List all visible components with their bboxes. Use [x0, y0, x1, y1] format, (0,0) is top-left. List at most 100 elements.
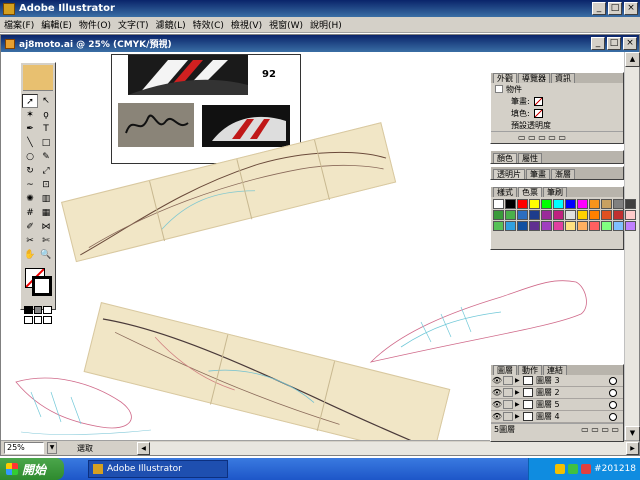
- color-swatch[interactable]: [517, 210, 528, 220]
- magic-wand-tool-icon[interactable]: ✶: [22, 108, 38, 122]
- symbol-sprayer-tool-icon[interactable]: ✺: [22, 192, 38, 206]
- color-swatch[interactable]: [613, 210, 624, 220]
- layer-target-icon[interactable]: [609, 376, 617, 385]
- color-mode-button[interactable]: [24, 306, 33, 314]
- tray-icon[interactable]: [581, 464, 592, 474]
- scissors-tool-icon[interactable]: ✄: [38, 234, 54, 248]
- layer-target-icon[interactable]: [609, 388, 617, 397]
- color-swatch[interactable]: [505, 199, 516, 209]
- gradient-mode-button[interactable]: [33, 306, 43, 314]
- color-swatch[interactable]: [625, 199, 636, 209]
- none-mode-button[interactable]: [43, 306, 53, 314]
- lasso-tool-icon[interactable]: ϙ: [38, 108, 54, 122]
- doc-minimize-button[interactable]: _: [591, 37, 605, 50]
- color-swatch[interactable]: [589, 221, 600, 231]
- ellipse-tool-icon[interactable]: ○: [22, 150, 38, 164]
- taskbar-item-illustrator[interactable]: Adobe Illustrator: [88, 460, 228, 478]
- standard-screen-mode-button[interactable]: [24, 316, 33, 324]
- tab-actions[interactable]: 動作: [518, 365, 542, 375]
- color-swatch[interactable]: [577, 221, 588, 231]
- color-swatch[interactable]: [565, 221, 576, 231]
- color-swatch[interactable]: [565, 210, 576, 220]
- free-transform-tool-icon[interactable]: ⊡: [38, 178, 54, 192]
- tab-links[interactable]: 連結: [543, 365, 567, 375]
- tab-info[interactable]: 資訊: [551, 73, 575, 83]
- color-swatch[interactable]: [529, 210, 540, 220]
- color-swatch[interactable]: [613, 199, 624, 209]
- color-swatch[interactable]: [601, 199, 612, 209]
- visibility-eye-icon[interactable]: 👁: [491, 412, 503, 421]
- full-screen-menu-mode-button[interactable]: [33, 316, 43, 324]
- scroll-up-arrow-icon[interactable]: ▲: [625, 52, 640, 67]
- tab-attributes[interactable]: 屬性: [518, 153, 542, 163]
- zoom-dropdown-icon[interactable]: ▼: [47, 442, 57, 454]
- expand-triangle-icon[interactable]: ▶: [515, 389, 523, 396]
- direct-selection-tool-icon[interactable]: ↖: [38, 94, 54, 108]
- visibility-eye-icon[interactable]: 👁: [491, 376, 503, 385]
- menu-help[interactable]: 說明(H): [310, 18, 342, 31]
- document-icon[interactable]: [5, 38, 15, 49]
- layer-row[interactable]: 👁 ▶ 圖層 4: [491, 411, 623, 423]
- appearance-opacity-row[interactable]: 預設透明度: [491, 119, 623, 131]
- color-swatch[interactable]: [565, 199, 576, 209]
- tab-stroke[interactable]: 筆畫: [526, 169, 550, 179]
- color-swatch[interactable]: [553, 221, 564, 231]
- tray-icon[interactable]: [555, 464, 566, 474]
- zoom-tool-icon[interactable]: 🔍: [38, 248, 54, 262]
- color-swatch[interactable]: [541, 210, 552, 220]
- gradient-tool-icon[interactable]: ▦: [38, 206, 54, 220]
- layer-row[interactable]: 👁 ▶ 圖層 3: [491, 375, 623, 387]
- color-swatch[interactable]: [577, 210, 588, 220]
- eyedropper-tool-icon[interactable]: ✐: [22, 220, 38, 234]
- horizontal-scrollbar[interactable]: ◀ ▶: [137, 441, 639, 455]
- color-swatch[interactable]: [589, 210, 600, 220]
- tab-brushes[interactable]: 筆刷: [543, 187, 567, 197]
- scroll-right-arrow-icon[interactable]: ▶: [626, 441, 639, 455]
- expand-triangle-icon[interactable]: ▶: [515, 401, 523, 408]
- doc-restore-button[interactable]: □: [607, 37, 621, 50]
- color-swatch[interactable]: [553, 210, 564, 220]
- appearance-footer-buttons-icon[interactable]: ▭ ▭ ▭ ▭ ▭: [518, 133, 566, 142]
- tab-color[interactable]: 顏色: [493, 153, 517, 163]
- color-swatch[interactable]: [577, 199, 588, 209]
- zoom-level-field[interactable]: 25%: [4, 442, 44, 454]
- lock-toggle[interactable]: [503, 376, 513, 385]
- color-swatch[interactable]: [625, 221, 636, 231]
- menu-type[interactable]: 文字(T): [118, 18, 149, 31]
- menu-filter[interactable]: 濾鏡(L): [156, 18, 186, 31]
- color-swatch[interactable]: [493, 210, 504, 220]
- layer-row[interactable]: 👁 ▶ 圖層 5: [491, 399, 623, 411]
- layer-target-icon[interactable]: [609, 412, 617, 421]
- lock-toggle[interactable]: [503, 400, 513, 409]
- color-swatch[interactable]: [517, 199, 528, 209]
- color-swatch[interactable]: [625, 210, 636, 220]
- stroke-swatch[interactable]: [32, 276, 52, 296]
- selection-tool-icon[interactable]: ➚: [22, 94, 38, 108]
- menu-effect[interactable]: 特效(C): [193, 18, 224, 31]
- doc-close-button[interactable]: ×: [623, 37, 637, 50]
- menu-edit[interactable]: 編輯(E): [41, 18, 72, 31]
- color-swatch[interactable]: [589, 199, 600, 209]
- color-swatch[interactable]: [613, 221, 624, 231]
- slice-tool-icon[interactable]: ✂: [22, 234, 38, 248]
- maximize-button[interactable]: □: [608, 2, 622, 15]
- tray-icon[interactable]: [568, 464, 579, 474]
- menu-file[interactable]: 檔案(F): [4, 18, 34, 31]
- layer-target-icon[interactable]: [609, 400, 617, 409]
- scale-tool-icon[interactable]: ⤢: [38, 164, 54, 178]
- minimize-button[interactable]: _: [592, 2, 606, 15]
- expand-triangle-icon[interactable]: ▶: [515, 377, 523, 384]
- menu-view[interactable]: 檢視(V): [231, 18, 262, 31]
- menu-window[interactable]: 視窗(W): [269, 18, 303, 31]
- color-swatch[interactable]: [493, 221, 504, 231]
- full-screen-mode-button[interactable]: [43, 316, 53, 324]
- rotate-tool-icon[interactable]: ↻: [22, 164, 38, 178]
- appearance-stroke-row[interactable]: 筆畫:: [491, 95, 623, 107]
- visibility-eye-icon[interactable]: 👁: [491, 388, 503, 397]
- appearance-object-row[interactable]: 物件: [491, 83, 623, 95]
- mesh-tool-icon[interactable]: #: [22, 206, 38, 220]
- blend-tool-icon[interactable]: ⋈: [38, 220, 54, 234]
- color-swatch[interactable]: [529, 221, 540, 231]
- appearance-fill-row[interactable]: 填色:: [491, 107, 623, 119]
- type-tool-icon[interactable]: T: [38, 122, 54, 136]
